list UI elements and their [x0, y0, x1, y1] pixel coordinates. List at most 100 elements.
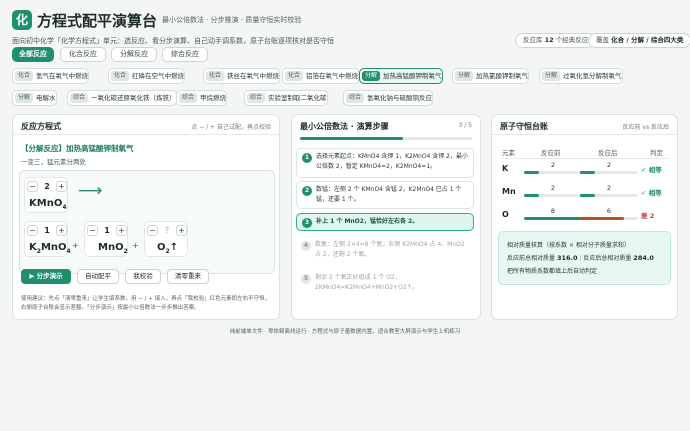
count-bar-after [580, 171, 638, 174]
step-card[interactable]: 2 数锰：左侧 2 个 KMnO4 含锰 2，K2MnO4 已占 1 个锰，还要… [296, 181, 474, 209]
chip-label: 氢气在氧气中燃烧 [36, 72, 89, 80]
step-card-pending[interactable]: 5 剩余 2 个氧正好组成 1 个 O2，2KMnO4=K2MnO4+MnO2+… [296, 270, 474, 298]
chip-reaction[interactable]: 分解 加热氯酸钾制氧气 [452, 68, 530, 84]
product-k2mno4: − 1 + K2MnO4 [24, 221, 71, 257]
coefficient-stepper: − 2 + [27, 181, 67, 192]
step-text: 选择元素起点：KMnO4 含钾 1，K2MnO4 含钾 2，最小公倍数 2，暂定… [316, 153, 468, 170]
formula: KMnO4 [29, 198, 67, 211]
verdict-unbalanced: 差 2 [641, 212, 655, 220]
decrease-button[interactable]: − [27, 181, 38, 192]
step-demo-button[interactable]: ▶ 分步演示 [21, 269, 71, 284]
count-bar-after [580, 194, 638, 197]
library-count: 12 [544, 36, 554, 44]
chip-label: 氢氧化钠与硫酸铜反应 [367, 94, 433, 102]
mass-summary: 相对质量核算（按系数 × 相对分子质量求和） 反应前总相对质量 316.0 | … [498, 231, 671, 285]
steps-panel: 最小公倍数法 · 演算步骤 3 / 5 1 选择元素起点：KMnO4 含钾 1，… [291, 114, 481, 320]
button-label: 分步演示 [36, 272, 63, 280]
app-logo: 化 [12, 10, 32, 30]
tab-all-reactions[interactable]: 全部反应 [12, 47, 54, 62]
decrease-button[interactable]: − [87, 225, 98, 236]
increase-button[interactable]: + [56, 225, 67, 236]
increase-button[interactable]: + [56, 181, 67, 192]
chip-tag: 化合 [111, 71, 130, 81]
count-bar-before [524, 171, 582, 174]
formula-subscript: 4 [66, 248, 71, 255]
gas-arrow-icon: ↑ [169, 242, 179, 253]
step-progress-fill [300, 137, 404, 140]
element-symbol: K [502, 164, 509, 173]
reset-button[interactable]: 清零重来 [167, 269, 209, 284]
count-bar-fill [524, 217, 582, 220]
chip-tag: 综合 [346, 93, 365, 103]
app-subtitle: 面向初中化学「化学方程式」单元：选反应、看分步演算、自己动手调系数，原子台账逐项… [12, 37, 334, 45]
col-before: 反应前 [541, 149, 561, 157]
step-card[interactable]: 1 选择元素起点：KMnO4 含钾 1，K2MnO4 含钾 2，最小公倍数 2，… [296, 148, 474, 178]
steps-panel-title: 最小公倍数法 · 演算步骤 [300, 122, 389, 131]
count-bar-fill [524, 194, 539, 197]
chip-label: 加热氯酸钾制氧气 [476, 72, 529, 80]
chip-reaction[interactable]: 综合 甲烷燃烧 [176, 90, 228, 106]
tab-combination[interactable]: 化合反应 [60, 47, 106, 62]
tab-comprehensive[interactable]: 综合反应 [162, 47, 208, 62]
auto-balance-button[interactable]: 自动配平 [77, 269, 119, 284]
chip-tag: 综合 [179, 93, 198, 103]
chip-reaction[interactable]: 综合 一氧化碳还原氧化铁（炼铁） [67, 90, 177, 106]
mass-after-label: 反应后总相对质量 [583, 255, 632, 262]
mass-after-value: 284.0 [633, 254, 654, 262]
chip-reaction[interactable]: 化合 氢气在氧气中燃烧 [12, 68, 90, 84]
divider [13, 134, 279, 135]
reactant-kmno4: − 2 + KMnO4 [24, 177, 68, 213]
equation-panel-hint: 点 − / + 自己试配，再点校验 [191, 124, 271, 131]
chip-reaction[interactable]: 化合 红磷在空气中燃烧 [108, 68, 186, 84]
decrease-button[interactable]: − [147, 225, 158, 236]
equation-panel-title: 反应方程式 [21, 122, 61, 131]
formula: MnO2 [98, 242, 128, 255]
usage-note: 使用建议：先点「清零重来」让学生填系数，用 − / + 填入，再点「我校验」红色… [21, 296, 271, 311]
step-counter: 3 / 5 [458, 122, 472, 129]
step-card-current[interactable]: 3 补上 1 个 MnO2，锰恰好左右各 2。 [296, 213, 474, 231]
chip-label: 红磷在空气中燃烧 [132, 72, 185, 80]
count-bar-after [580, 217, 638, 220]
divider [492, 134, 677, 135]
coefficient-stepper: − 1 + [87, 225, 127, 236]
chip-reaction[interactable]: 分解 电解水 [12, 90, 57, 106]
step-progress [300, 137, 472, 140]
footer-note: 纯前端单文件 · 零依赖离线运行 · 方程式与原子量数据内置，适合教室大屏演示与… [229, 329, 461, 335]
formula-text: K [29, 242, 37, 253]
step-number: 2 [302, 186, 312, 196]
step-card-pending[interactable]: 4 数氧：左侧 2×4=8 个氧；右侧 K2MnO4 占 4、MnO2 占 2，… [296, 237, 474, 265]
chip-reaction[interactable]: 化合 铝箔在氧气中燃烧 [282, 68, 360, 84]
decrease-button[interactable]: − [27, 225, 38, 236]
chip-label: 加热高锰酸钾制氧气 [383, 72, 442, 80]
count-bar-before [524, 194, 582, 197]
chip-reaction[interactable]: 分解 过氧化氢分解制氧气 [539, 68, 623, 84]
product-mno2: − 1 + MnO2 [84, 221, 128, 257]
formula-subscript: 2 [123, 248, 128, 255]
chip-reaction-selected[interactable]: 分解 加热高锰酸钾制氧气 [359, 68, 443, 84]
chip-reaction[interactable]: 综合 实验室制取二氧化碳 [244, 90, 328, 106]
count-bar-before [524, 217, 582, 220]
chip-tag: 综合 [247, 93, 266, 103]
chip-reaction[interactable]: 综合 氢氧化钠与硫酸铜反应 [343, 90, 434, 106]
chip-tag: 化合 [15, 71, 34, 81]
step-text: 数氧：左侧 2×4=8 个氧；右侧 K2MnO4 占 4、MnO2 占 2，还剩… [315, 241, 465, 258]
coverage-pill-value: 化合 / 分解 / 综合四大类 [611, 36, 684, 44]
increase-button[interactable]: + [116, 225, 127, 236]
ledger-panel-hint: 反应前 vs 反应后 [622, 124, 670, 131]
tab-decomposition[interactable]: 分解反应 [111, 47, 157, 62]
chip-tag: 化合 [206, 71, 225, 81]
count-bar-fill [580, 217, 624, 220]
plus-icon: + [72, 241, 79, 250]
chip-label: 铝箔在氧气中燃烧 [306, 72, 359, 80]
coefficient-value: 2 [44, 182, 50, 191]
count-bar-fill [580, 171, 595, 174]
equation-panel: 反应方程式 点 − / + 自己试配，再点校验 【分解反应】加热高锰酸钾制氧气 … [12, 114, 280, 320]
check-button[interactable]: 我校验 [125, 269, 161, 284]
step-number: 4 [301, 241, 311, 251]
coefficient-value: ? [164, 226, 170, 235]
increase-button[interactable]: + [176, 225, 187, 236]
chip-tag: 分解 [362, 71, 381, 81]
chip-reaction[interactable]: 化合 铁丝在氧气中燃烧 [203, 68, 281, 84]
mass-totals: 反应前总相对质量 316.0 | 反应后总相对质量 284.0 [507, 254, 654, 262]
ledger-row: O 8 6 差 2 [492, 207, 677, 227]
